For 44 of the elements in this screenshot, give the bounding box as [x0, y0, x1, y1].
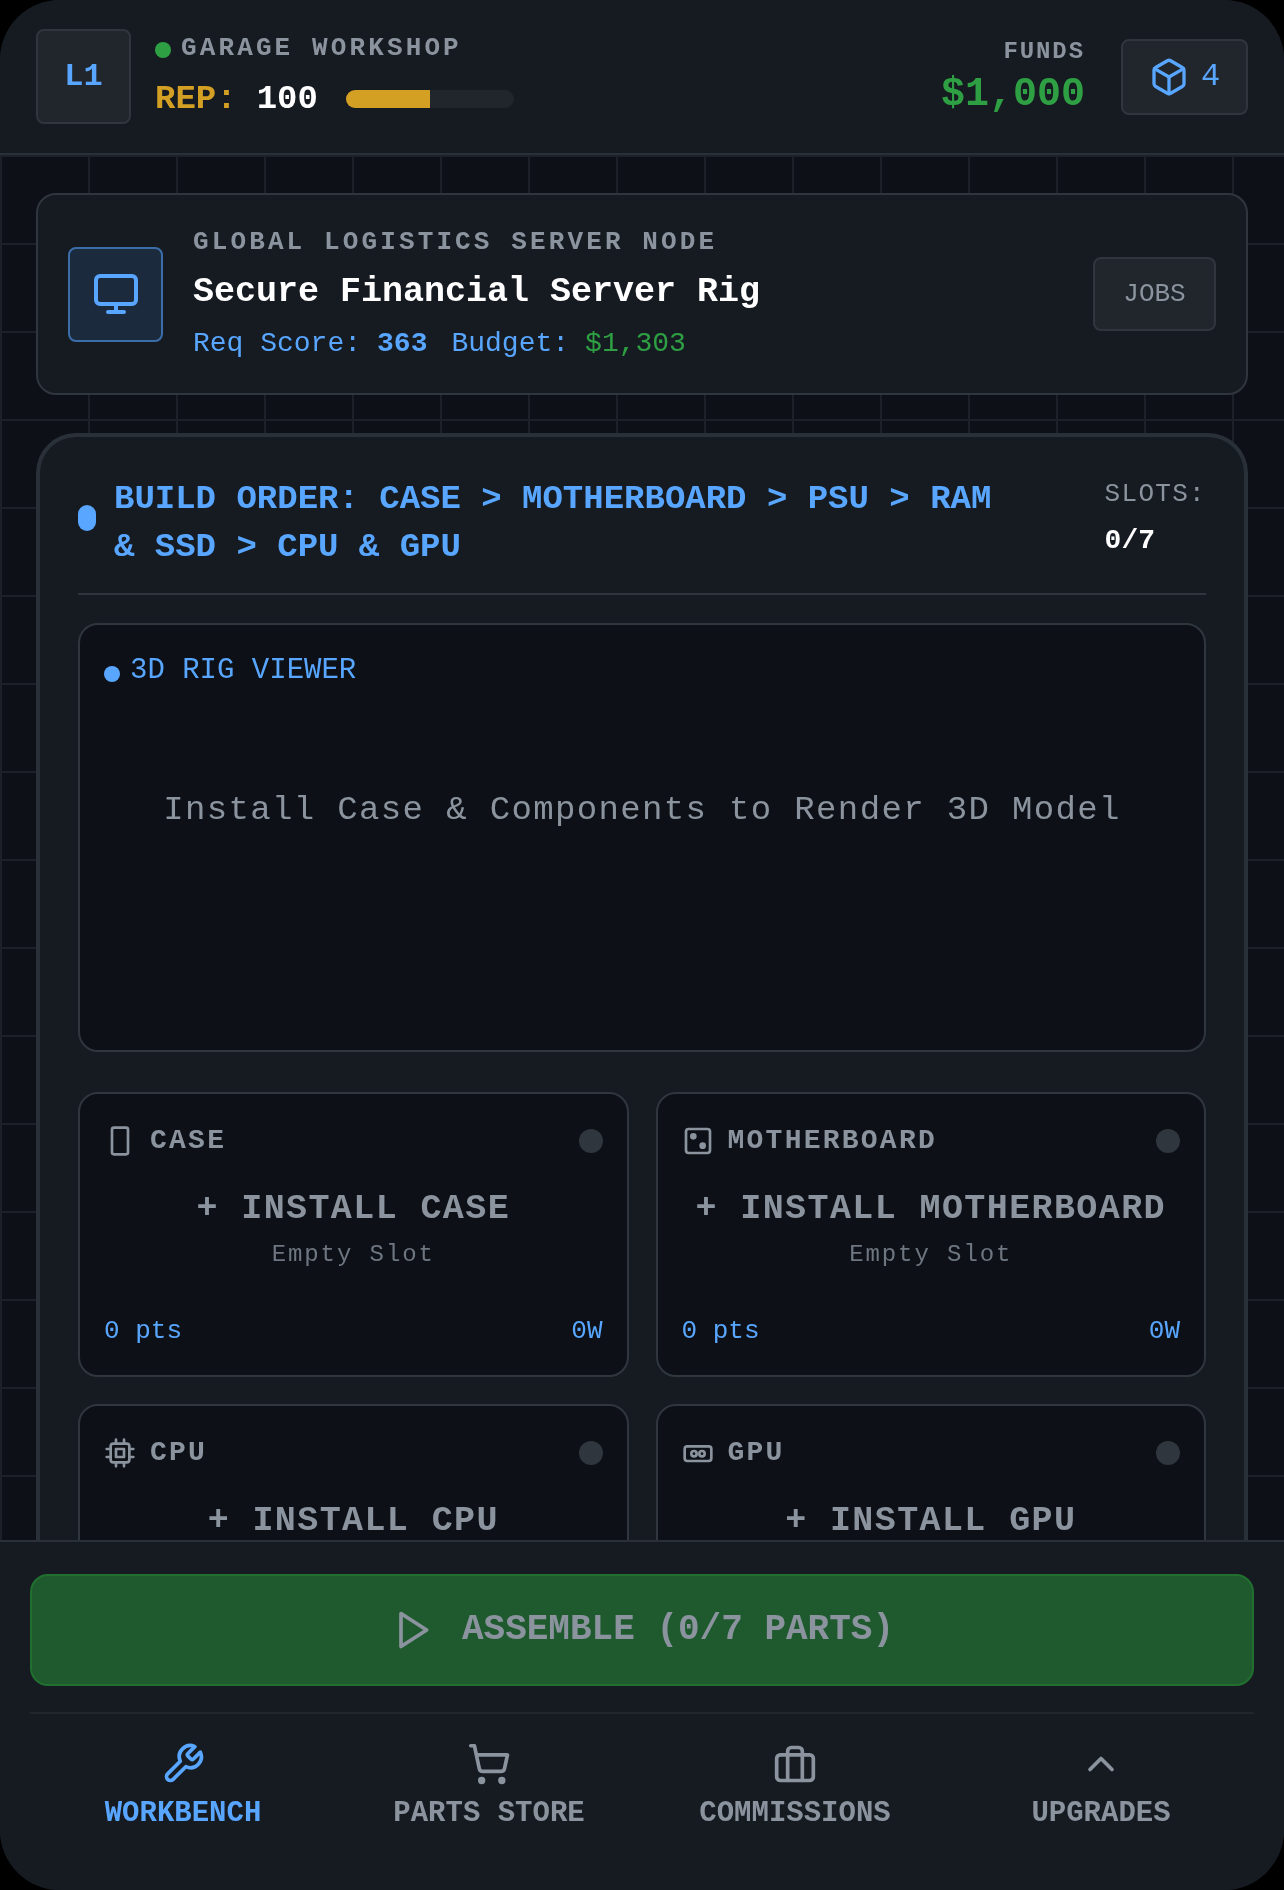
slot-name: CASE — [150, 1124, 227, 1158]
nav-tab[interactable]: UPGRADES — [948, 1742, 1254, 1836]
slot-status: Empty Slot — [848, 1240, 1014, 1270]
install-action: + INSTALL CPU — [206, 1504, 500, 1539]
inventory-button[interactable]: 4 — [1121, 38, 1248, 115]
rep-value: 100 — [256, 78, 318, 120]
slot-name: MOTHERBOARD — [727, 1124, 937, 1158]
install-action: + INSTALL MOTHERBOARD — [694, 1192, 1167, 1227]
budget-label: Budget: — [451, 326, 570, 361]
build-order-text: BUILD ORDER: CASE > MOTHERBOARD > PSU > RAM & SSD > CPU & GPU — [114, 479, 993, 568]
funds-label: FUNDS — [1003, 36, 1085, 67]
rep-label: REP: — [155, 78, 237, 120]
monitor-icon — [68, 246, 163, 342]
slot-card[interactable]: CASE + INSTALL CASE Empty Slot 0 pts 0W — [78, 1092, 629, 1377]
viewer-message: Install Case & Components to Render 3D Model — [162, 789, 1122, 831]
points-value: 0 pts — [681, 1315, 760, 1348]
job-title: Secure Financial Server Rig — [193, 271, 761, 315]
slot-status: Empty Slot — [270, 1240, 436, 1270]
req-score-label: Req Score: — [193, 326, 362, 361]
points-value: 0 pts — [104, 1315, 182, 1348]
cart-icon — [467, 1742, 511, 1786]
workshop-title: GARAGE WORKSHOP — [181, 31, 462, 65]
slot-card[interactable]: MOTHERBOARD + INSTALL MOTHERBOARD Empty Slot 0 pts 0W — [655, 1092, 1206, 1377]
budget-value: $1,303 — [585, 326, 686, 361]
funds-value: $1,000 — [940, 70, 1085, 119]
slot-card[interactable]: GPU + INSTALL GPU — [655, 1404, 1206, 1540]
viewer-title: 3D RIG VIEWER — [130, 653, 357, 689]
slots-label: SLOTS: — [1104, 478, 1206, 511]
install-action: + INSTALL CASE — [195, 1192, 512, 1227]
client-name: GLOBAL LOGISTICS SERVER NODE — [193, 226, 719, 260]
slot-name: GPU — [727, 1436, 785, 1470]
nav-tab[interactable]: WORKBENCH — [30, 1742, 336, 1836]
req-score-value: 363 — [377, 326, 428, 361]
level-badge: L1 — [36, 29, 131, 124]
chip-icon — [104, 1437, 136, 1469]
install-action: + INSTALL GPU — [784, 1504, 1078, 1539]
nav-tab[interactable]: COMMISSIONS — [642, 1742, 948, 1836]
power-value: 0W — [571, 1315, 603, 1348]
slot-card[interactable]: CPU + INSTALL CPU — [78, 1404, 629, 1540]
slots-value: 0/7 — [1104, 524, 1156, 558]
jobs-button[interactable]: JOBS — [1093, 257, 1216, 331]
slot-name: CPU — [150, 1436, 208, 1470]
nav-tab[interactable]: PARTS STORE — [336, 1742, 642, 1836]
power-value: 0W — [1148, 1315, 1180, 1348]
